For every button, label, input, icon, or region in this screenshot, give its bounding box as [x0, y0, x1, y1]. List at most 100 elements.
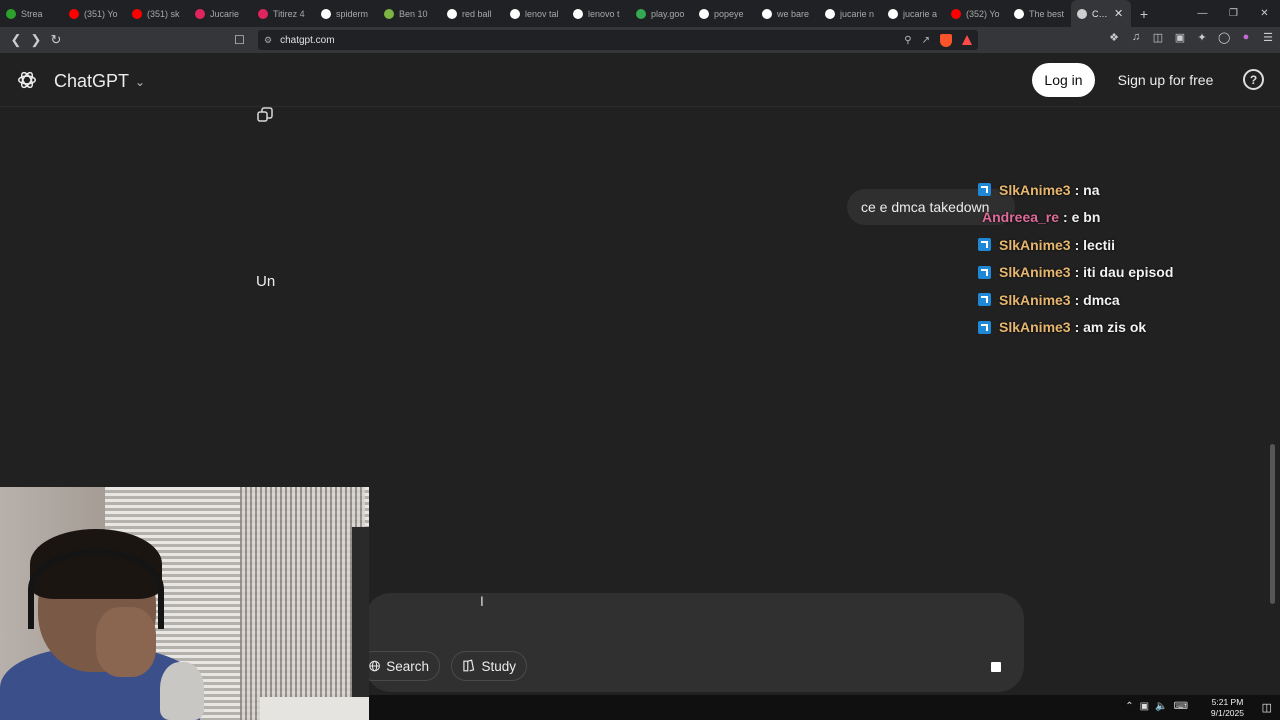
tab-label: Titirez 4: [273, 8, 305, 19]
search-label: Search: [386, 658, 429, 674]
tab-close-icon[interactable]: ✕: [1112, 7, 1125, 21]
openai-logo-icon[interactable]: [16, 69, 38, 91]
language-icon[interactable]: ⌨: [1174, 701, 1188, 712]
share-icon[interactable]: ↗: [922, 35, 930, 46]
tab-label: (352) Yo: [966, 8, 1000, 19]
tab-label: lenovo t: [588, 8, 620, 19]
extensions-icon[interactable]: ❖: [1108, 31, 1120, 44]
browser-tab[interactable]: Cha ✕: [1071, 0, 1131, 27]
tab-label: lenov tal: [525, 8, 559, 19]
search-button[interactable]: Search: [358, 651, 440, 681]
browser-tab[interactable]: Ben 10: [378, 0, 441, 27]
stream-chat-overlay: SlkAnime3 : na Andreea_re : e bn SlkAnime3…: [978, 176, 1258, 341]
browser-tab[interactable]: (351) sk: [126, 0, 189, 27]
browser-tab[interactable]: spiderm: [315, 0, 378, 27]
webcam-shadow: [352, 527, 369, 720]
chat-message: : e bn: [1063, 209, 1101, 226]
minimize-icon[interactable]: —: [1187, 0, 1218, 27]
vpn-icon[interactable]: ◯: [1218, 31, 1230, 44]
chat-message: : dmca: [1074, 291, 1120, 308]
url-text: chatgpt.com: [280, 34, 335, 46]
browser-tab[interactable]: (351) Yo: [63, 0, 126, 27]
chat-line: SlkAnime3 : dmca: [978, 286, 1258, 314]
zoom-icon[interactable]: ⚲: [904, 35, 911, 46]
chat-line: SlkAnime3 : na: [978, 176, 1258, 204]
brave-shields-icon[interactable]: [940, 33, 952, 47]
help-icon[interactable]: ?: [1243, 69, 1264, 90]
chat-nick: Andreea_re: [982, 209, 1060, 226]
book-icon: [463, 659, 475, 672]
tab-favicon-icon: [384, 8, 394, 19]
tab-label: spiderm: [336, 8, 369, 19]
new-tab-button[interactable]: +: [1131, 0, 1157, 27]
tab-label: jucarie n: [840, 8, 875, 19]
webcam-overlay: [0, 487, 369, 720]
profile-icon[interactable]: ●: [1240, 31, 1252, 44]
taskbar-clock[interactable]: 5:21 PM 9/1/2025: [1211, 697, 1244, 719]
browser-tab[interactable]: Strea: [0, 0, 63, 27]
tab-label: The best: [1029, 8, 1065, 19]
network-icon[interactable]: ▣: [1140, 701, 1149, 712]
leo-icon[interactable]: ✦: [1196, 31, 1208, 44]
bookmark-icon[interactable]: ☐: [234, 33, 252, 47]
maximize-icon[interactable]: ❐: [1218, 0, 1249, 27]
tab-label: we bare: [777, 8, 810, 19]
tab-favicon-icon: [1077, 8, 1087, 19]
browser-tab[interactable]: jucarie n: [819, 0, 882, 27]
close-window-icon[interactable]: ✕: [1249, 0, 1280, 27]
reload-icon[interactable]: ↻: [46, 30, 66, 50]
volume-icon[interactable]: 🔈: [1155, 701, 1167, 712]
notifications-icon[interactable]: ◫: [1262, 701, 1272, 714]
menu-icon[interactable]: ☰: [1262, 31, 1274, 44]
study-label: Study: [481, 658, 516, 674]
sign-up-button[interactable]: Sign up for free: [1104, 63, 1227, 97]
tab-label: Strea: [21, 8, 43, 19]
page-scrollbar[interactable]: [1270, 444, 1275, 604]
back-icon[interactable]: ❮: [6, 30, 26, 50]
study-button[interactable]: Study: [451, 651, 527, 681]
sidebar-icon[interactable]: ◫: [1152, 31, 1164, 44]
brave-rewards-icon[interactable]: [962, 35, 972, 45]
wallet-icon[interactable]: ▣: [1174, 31, 1186, 44]
chat-line: SlkAnime3 : lectii: [978, 231, 1258, 259]
tab-label: red ball: [462, 8, 492, 19]
microphone-icon: [160, 662, 204, 720]
browser-tab[interactable]: Jucarie: [189, 0, 252, 27]
browser-tab[interactable]: The best: [1008, 0, 1071, 27]
copy-icon[interactable]: [256, 106, 274, 124]
stop-generating-button[interactable]: [978, 649, 1014, 685]
browser-tab[interactable]: lenov tal: [504, 0, 567, 27]
twitch-badge-icon: [978, 293, 991, 307]
media-icon[interactable]: ♫: [1130, 31, 1142, 44]
clock-time: 5:21 PM: [1211, 697, 1244, 707]
tab-favicon-icon: [321, 8, 331, 19]
forward-icon[interactable]: ❯: [26, 30, 46, 50]
site-info-icon[interactable]: ⚙: [264, 35, 272, 46]
chat-line: SlkAnime3 : iti dau episod: [978, 259, 1258, 287]
browser-tab[interactable]: play.goo: [630, 0, 693, 27]
tab-favicon-icon: [636, 8, 646, 19]
chat-message: : iti dau episod: [1074, 264, 1174, 281]
browser-tab[interactable]: Titirez 4: [252, 0, 315, 27]
tab-favicon-icon: [573, 8, 583, 19]
chat-nick: SlkAnime3: [999, 181, 1071, 198]
tab-label: play.goo: [651, 8, 685, 19]
browser-tab[interactable]: jucarie a: [882, 0, 945, 27]
tab-label: jucarie a: [903, 8, 938, 19]
browser-tab[interactable]: lenovo t: [567, 0, 630, 27]
tab-favicon-icon: [6, 8, 16, 19]
tab-favicon-icon: [825, 8, 835, 19]
model-selector[interactable]: ChatGPT ⌄: [54, 71, 145, 92]
browser-tab[interactable]: popeye: [693, 0, 756, 27]
browser-tab[interactable]: we bare: [756, 0, 819, 27]
tab-label: (351) sk: [147, 8, 180, 19]
globe-icon: [369, 660, 380, 672]
log-in-button[interactable]: Log in: [1032, 63, 1095, 97]
chat-nick: SlkAnime3: [999, 291, 1071, 308]
tab-favicon-icon: [888, 8, 898, 19]
tray-overflow-icon[interactable]: ⌃: [1125, 701, 1133, 712]
url-field[interactable]: ⚙ chatgpt.com ⚲ ↗: [258, 30, 978, 50]
browser-tab[interactable]: red ball: [441, 0, 504, 27]
browser-tab[interactable]: (352) Yo: [945, 0, 1008, 27]
tab-favicon-icon: [195, 8, 205, 19]
